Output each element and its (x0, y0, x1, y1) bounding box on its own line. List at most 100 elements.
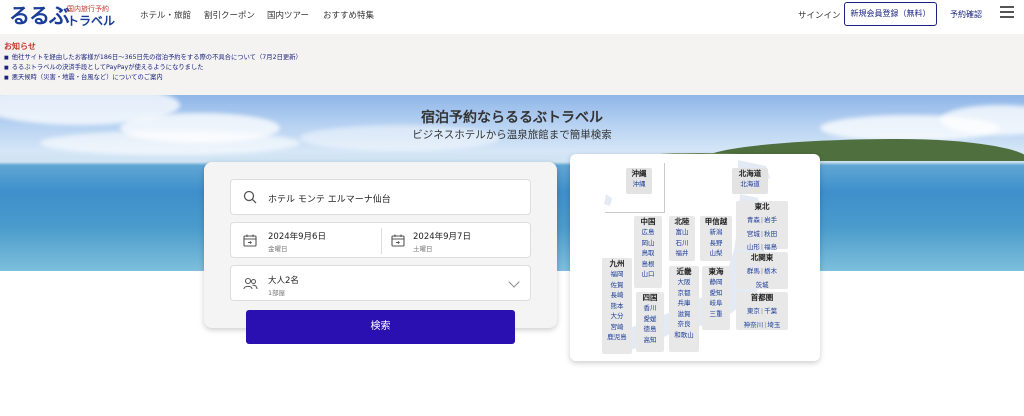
calendar-checkout-icon (391, 234, 405, 247)
region-chugoku[interactable]: 中国 広島 岡山 鳥取 島根 山口 (634, 216, 662, 288)
pref-link[interactable]: 神奈川 (744, 321, 764, 329)
nav-featured[interactable]: おすすめ特集 (323, 9, 374, 21)
pref-link[interactable]: 東京 (747, 307, 760, 315)
pref-link[interactable]: 富山 (669, 227, 695, 238)
checkin-field[interactable]: 2024年9月6日 金曜日 (231, 223, 381, 259)
hero-subtitle: ビジネスホテルから温泉旅館まで簡単検索 (412, 129, 612, 141)
region-name: 四国 (642, 293, 658, 302)
register-button[interactable]: 新規会員登録（無料） (844, 2, 937, 26)
notice-item[interactable]: 他社サイトを経由したお客様が186日～365日先の宿泊予約をする際の不具合につい… (4, 53, 302, 63)
checkout-day: 土曜日 (413, 245, 433, 253)
pref-link[interactable]: 愛知 (702, 288, 730, 299)
pref-link[interactable]: 鹿児島 (602, 332, 632, 343)
region-shutoken[interactable]: 首都圏 東京|千葉 神奈川|埼玉 (736, 292, 788, 330)
pref-link[interactable]: 高知 (636, 335, 664, 346)
checkin-date: 2024年9月6日 (268, 232, 326, 242)
pref-link[interactable]: 大阪 (669, 277, 699, 288)
pref-link[interactable]: 鳥取 (634, 248, 662, 259)
region-name: 九州 (609, 259, 625, 268)
reservation-check-link[interactable]: 予約確認 (950, 9, 982, 20)
pref-link[interactable]: 青森 (747, 216, 760, 224)
region-tohoku[interactable]: 東北 青森|岩手 宮城|秋田 山形|福島 (736, 201, 788, 251)
region-name: 北海道 (738, 169, 762, 178)
region-map: 沖縄 沖縄 北海道 北海道 東北 青森|岩手 宮城|秋田 山形|福島 北関東 群… (570, 154, 820, 361)
pref-link[interactable]: 滋賀 (669, 309, 699, 320)
hamburger-menu-icon[interactable] (1000, 6, 1014, 20)
pref-link[interactable]: 沖縄 (626, 179, 652, 190)
checkout-field[interactable]: 2024年9月7日 土曜日 (382, 223, 532, 259)
logo-sub-text: トラベル (67, 14, 116, 28)
pref-link[interactable]: 長崎 (602, 290, 632, 301)
rooms-value: 1部屋 (268, 289, 286, 297)
region-hokuriku[interactable]: 北陸 富山 石川 福井 (669, 216, 695, 261)
pref-link[interactable]: 熊本 (602, 301, 632, 312)
region-shikoku[interactable]: 四国 香川 愛媛 徳島 高知 (636, 292, 664, 352)
pref-link[interactable]: 北海道 (732, 179, 768, 190)
calendar-checkin-icon (243, 234, 257, 247)
pref-link[interactable]: 岐阜 (702, 298, 730, 309)
pref-link[interactable]: 秋田 (764, 230, 777, 238)
pref-link[interactable]: 群馬 (747, 267, 760, 275)
pref-link[interactable]: 香川 (636, 303, 664, 314)
notice-section: お知らせ 他社サイトを経由したお客様が186日～365日先の宿泊予約をする際の不… (0, 34, 1024, 95)
search-icon (243, 190, 257, 204)
pref-link[interactable]: 和歌山 (669, 330, 699, 341)
pref-link[interactable]: 山形 (747, 243, 760, 251)
pref-link[interactable]: 福島 (764, 243, 777, 251)
pref-link[interactable]: 岡山 (634, 238, 662, 249)
logo-main-text: るるぶ (9, 4, 70, 28)
region-okinawa[interactable]: 沖縄 沖縄 (626, 168, 652, 194)
guests-value: 大人2名 (268, 276, 299, 286)
pref-link[interactable]: 三重 (702, 309, 730, 320)
pref-link[interactable]: 新潟 (700, 227, 732, 238)
notice-item[interactable]: るるぶトラベルの決済手段としてPayPayが使えるようになりました (4, 63, 302, 73)
pref-link[interactable]: 大分 (602, 311, 632, 322)
pref-link[interactable]: 愛媛 (636, 314, 664, 325)
pref-link[interactable]: 宮城 (747, 230, 760, 238)
pref-link[interactable]: 千葉 (764, 307, 777, 315)
region-kinki[interactable]: 近畿 大阪 京都 兵庫 滋賀 奈良 和歌山 (669, 266, 699, 352)
nav-hotel-ryokan[interactable]: ホテル・旅館 (140, 9, 191, 21)
pref-link[interactable]: 山口 (634, 269, 662, 280)
pref-link[interactable]: 長野 (700, 238, 732, 249)
pref-link[interactable]: 石川 (669, 238, 695, 249)
region-name: 近畿 (676, 267, 692, 276)
pref-link[interactable]: 宮崎 (602, 322, 632, 333)
hotel-search-input[interactable]: ホテル モンテ エルマーナ仙台 (230, 179, 531, 215)
nav-domestic-tour[interactable]: 国内ツアー (267, 9, 309, 21)
people-icon (243, 277, 258, 290)
region-name: 甲信越 (704, 217, 728, 226)
region-name: 沖縄 (631, 169, 647, 178)
pref-link[interactable]: 静岡 (702, 277, 730, 288)
pref-link[interactable]: 山梨 (700, 248, 732, 259)
region-koshinetsu[interactable]: 甲信越 新潟 長野 山梨 (700, 216, 732, 261)
pref-link[interactable]: 埼玉 (767, 321, 780, 329)
pref-link[interactable]: 岩手 (764, 216, 777, 224)
pref-link[interactable]: 佐賀 (602, 280, 632, 291)
hero-title: 宿泊予約ならるるぶトラベル (421, 110, 603, 126)
pref-link[interactable]: 兵庫 (669, 298, 699, 309)
pref-link[interactable]: 広島 (634, 227, 662, 238)
date-range-field: 2024年9月6日 金曜日 2024年9月7日 土曜日 (230, 222, 531, 258)
region-tokai[interactable]: 東海 静岡 愛知 岐阜 三重 (702, 266, 730, 330)
pref-link[interactable]: 栃木 (764, 267, 777, 275)
region-kitakanto[interactable]: 北関東 群馬|栃木 茨城 (736, 252, 788, 289)
region-kyushu[interactable]: 九州 福岡 佐賀 長崎 熊本 大分 宮崎 鹿児島 (602, 258, 632, 354)
rurubu-logo[interactable]: るるぶ 国内旅行予約 トラベル (9, 3, 119, 29)
notice-item[interactable]: 悪天候時（災害・地震・台風など）についてのご案内 (4, 73, 302, 83)
signin-link[interactable]: サインイン (798, 9, 841, 21)
region-name: 東海 (708, 267, 724, 276)
region-hokkaido[interactable]: 北海道 北海道 (732, 168, 768, 194)
pref-link[interactable]: 徳島 (636, 324, 664, 335)
pref-link[interactable]: 京都 (669, 288, 699, 299)
nav-coupon[interactable]: 割引クーポン (204, 9, 255, 21)
guests-select[interactable]: 大人2名 1部屋 (230, 265, 531, 301)
pref-link[interactable]: 島根 (634, 259, 662, 270)
search-button[interactable]: 検索 (246, 310, 515, 344)
pref-link[interactable]: 福岡 (602, 269, 632, 280)
region-name: 東北 (754, 202, 770, 211)
pref-link[interactable]: 茨城 (756, 281, 769, 289)
pref-link[interactable]: 福井 (669, 248, 695, 259)
pref-link[interactable]: 奈良 (669, 319, 699, 330)
chevron-down-icon (508, 276, 520, 288)
